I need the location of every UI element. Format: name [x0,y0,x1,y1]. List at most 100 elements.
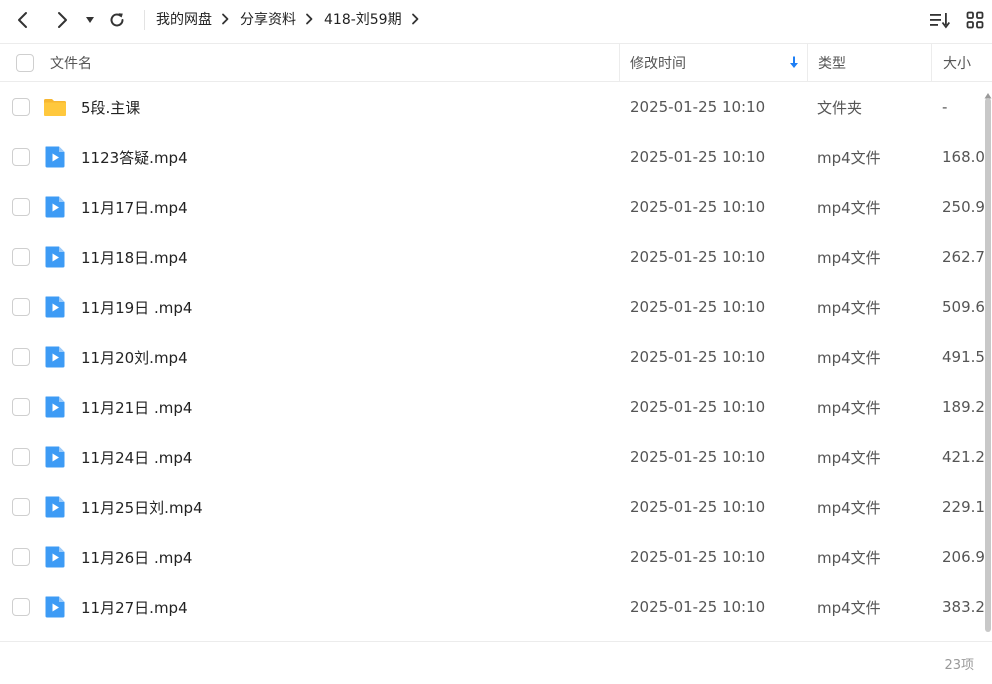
column-header: 文件名 修改时间 类型 大小 [0,43,992,82]
video-icon [43,545,67,569]
file-name[interactable]: 11月21日 .mp4 [81,382,192,432]
sort-button[interactable] [926,6,954,34]
file-row[interactable]: 11月25日刘.mp4 2025-01-25 10:10 mp4文件 229.1 [0,482,984,532]
row-checkbox[interactable] [12,598,30,616]
row-checkbox-wrap [12,132,30,182]
video-icon [43,445,67,469]
row-checkbox[interactable] [12,98,30,116]
file-name[interactable]: 1123答疑.mp4 [81,132,188,182]
breadcrumb: 我的网盘 分享资料 418-刘59期 [156,0,430,38]
video-icon [43,595,67,619]
column-divider[interactable] [931,44,932,81]
row-checkbox-wrap [12,432,30,482]
file-row[interactable]: 11月18日.mp4 2025-01-25 10:10 mp4文件 262.7 [0,232,984,282]
row-checkbox[interactable] [12,398,30,416]
file-name[interactable]: 11月18日.mp4 [81,232,188,282]
file-size: 229.1 [942,498,984,516]
file-row[interactable]: 11月24日 .mp4 2025-01-25 10:10 mp4文件 421.2 [0,432,984,482]
column-divider[interactable] [807,44,808,81]
file-type: mp4文件 [817,598,881,617]
file-name[interactable]: 11月17日.mp4 [81,182,188,232]
row-checkbox-wrap [12,532,30,582]
file-name[interactable]: 11月26日 .mp4 [81,532,192,582]
forward-button[interactable] [48,6,76,34]
row-checkbox-wrap [12,82,30,132]
file-type: mp4文件 [817,198,881,217]
file-mtime: 2025-01-25 10:10 [630,248,766,266]
column-size[interactable]: 大小 [943,44,992,81]
history-dropdown-button[interactable] [77,6,103,34]
chevron-left-icon [18,12,27,28]
row-checkbox-wrap [12,332,30,382]
folder-icon [43,95,67,119]
file-size: 262.7 [942,248,984,266]
column-type-label: 类型 [818,55,846,72]
row-checkbox-wrap [12,182,30,232]
file-type: mp4文件 [817,148,881,167]
row-checkbox[interactable] [12,198,30,216]
file-size: 189.2 [942,398,984,416]
file-name[interactable]: 11月25日刘.mp4 [81,482,203,532]
row-checkbox[interactable] [12,348,30,366]
row-checkbox[interactable] [12,548,30,566]
video-icon [43,195,67,219]
breadcrumb-item[interactable]: 我的网盘 [156,9,212,29]
file-row[interactable]: 11月26日 .mp4 2025-01-25 10:10 mp4文件 206.9 [0,532,984,582]
file-row[interactable]: 11月21日 .mp4 2025-01-25 10:10 mp4文件 189.2 [0,382,984,432]
row-checkbox[interactable] [12,298,30,316]
vertical-scrollbar[interactable] [984,82,992,640]
file-size: 206.9 [942,548,984,566]
file-row[interactable]: 1123答疑.mp4 2025-01-25 10:10 mp4文件 168.0 [0,132,984,182]
file-mtime: 2025-01-25 10:10 [630,298,766,316]
grid-view-button[interactable] [961,6,989,34]
item-count: 23项 [944,658,974,673]
file-type: mp4文件 [817,398,881,417]
video-icon [43,245,67,269]
file-size: 383.2 [942,598,984,616]
file-name[interactable]: 11月27日.mp4 [81,582,188,632]
file-type: mp4文件 [817,348,881,367]
row-checkbox[interactable] [12,148,30,166]
file-mtime: 2025-01-25 10:10 [630,148,766,166]
file-size: 509.6 [942,298,984,316]
row-checkbox[interactable] [12,448,30,466]
grid-view-icon [966,11,984,29]
breadcrumb-item-current[interactable]: 418-刘59期 [324,9,402,29]
video-icon [43,145,67,169]
select-all-checkbox[interactable] [16,53,34,72]
file-row[interactable]: 5段.主课 2025-01-25 10:10 文件夹 - [0,82,984,132]
video-icon [43,395,67,419]
row-checkbox[interactable] [12,248,30,266]
row-checkbox-wrap [12,582,30,632]
file-size: 491.5 [942,348,984,366]
column-type[interactable]: 类型 [818,44,930,81]
file-size: 250.9 [942,198,984,216]
refresh-button[interactable] [103,6,131,34]
file-name[interactable]: 11月24日 .mp4 [81,432,192,482]
file-type: mp4文件 [817,448,881,467]
chevron-right-icon [58,12,67,28]
column-size-label: 大小 [943,55,971,72]
file-row[interactable]: 11月17日.mp4 2025-01-25 10:10 mp4文件 250.9 [0,182,984,232]
scroll-up-icon[interactable] [984,88,992,99]
file-row[interactable]: 11月19日 .mp4 2025-01-25 10:10 mp4文件 509.6 [0,282,984,332]
chevron-right-icon[interactable] [411,13,419,25]
column-name[interactable]: 文件名 [50,44,618,81]
file-row[interactable]: 11月27日.mp4 2025-01-25 10:10 mp4文件 383.2 [0,582,984,632]
row-checkbox[interactable] [12,498,30,516]
column-divider[interactable] [619,44,620,81]
breadcrumb-item[interactable]: 分享资料 [240,9,296,29]
row-checkbox-wrap [12,232,30,282]
column-mtime[interactable]: 修改时间 [630,44,806,81]
scrollbar-thumb[interactable] [985,98,991,632]
file-row[interactable]: 11月20刘.mp4 2025-01-25 10:10 mp4文件 491.5 [0,332,984,382]
back-button[interactable] [9,6,37,34]
column-mtime-label: 修改时间 [630,55,686,72]
file-mtime: 2025-01-25 10:10 [630,598,766,616]
chevron-right-icon [305,13,313,25]
file-name[interactable]: 5段.主课 [81,82,140,132]
file-name[interactable]: 11月20刘.mp4 [81,332,188,382]
file-mtime: 2025-01-25 10:10 [630,498,766,516]
file-name[interactable]: 11月19日 .mp4 [81,282,192,332]
file-mtime: 2025-01-25 10:10 [630,548,766,566]
